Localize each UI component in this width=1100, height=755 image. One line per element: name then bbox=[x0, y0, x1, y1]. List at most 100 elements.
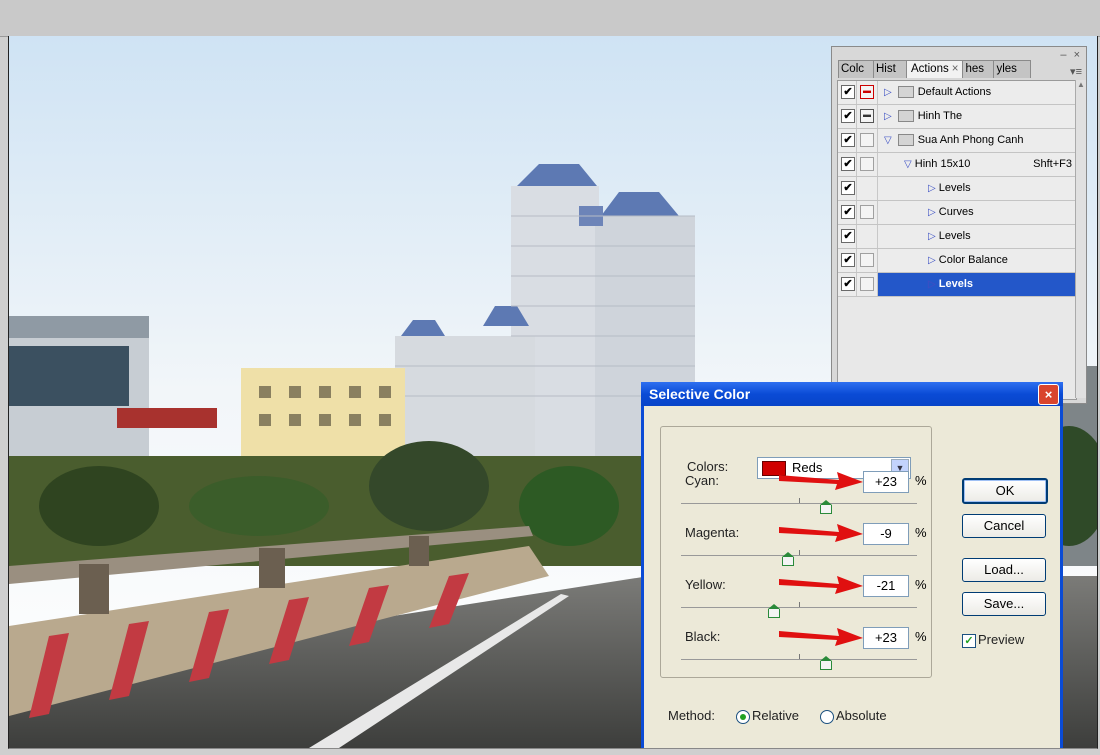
load-button[interactable]: Load... bbox=[962, 558, 1046, 582]
method-label: Method: bbox=[668, 708, 715, 723]
dialog-title-bar[interactable]: Selective Color × bbox=[641, 382, 1063, 406]
slider-value-field[interactable]: +23 bbox=[863, 471, 909, 493]
expand-triangle-icon[interactable]: ▷ bbox=[884, 81, 892, 104]
panel-window-controls[interactable]: – × bbox=[1060, 49, 1082, 61]
toggle-checkbox[interactable]: ✔ bbox=[841, 85, 855, 99]
slider-center-tick bbox=[799, 550, 800, 555]
folder-icon bbox=[897, 86, 914, 99]
slider-label: Cyan: bbox=[685, 473, 719, 488]
expand-triangle-icon[interactable]: ▷ bbox=[928, 225, 936, 248]
red-arrow-annotation bbox=[779, 576, 863, 594]
slider-value-field[interactable]: +23 bbox=[863, 627, 909, 649]
dialog-toggle-icon[interactable] bbox=[860, 133, 874, 147]
action-row[interactable]: ✔ ▽ Sua Anh Phong Canh bbox=[838, 129, 1076, 153]
ok-button[interactable]: OK bbox=[962, 478, 1048, 504]
close-icon[interactable]: × bbox=[1038, 384, 1059, 405]
toggle-checkbox[interactable]: ✔ bbox=[841, 277, 855, 291]
expand-triangle-icon[interactable]: ▷ bbox=[928, 177, 936, 200]
slider-track[interactable] bbox=[681, 503, 917, 504]
tab-actions[interactable]: Actions × bbox=[906, 60, 964, 78]
method-relative-radio[interactable] bbox=[736, 710, 750, 724]
slider-label: Magenta: bbox=[685, 525, 740, 540]
tab-color[interactable]: Colc bbox=[838, 60, 874, 78]
expand-triangle-icon[interactable]: ▷ bbox=[928, 273, 936, 296]
dialog-toggle-icon[interactable] bbox=[860, 205, 874, 219]
slider-center-tick bbox=[799, 498, 800, 503]
dialog-toggle-icon[interactable]: ▬ bbox=[860, 109, 874, 123]
actions-panel: – × ▾≡ Colc Hist Actions × hes yles ✔ ▬ ▷ De… bbox=[831, 46, 1087, 404]
action-label: Levels bbox=[938, 278, 974, 290]
tab-close-icon[interactable]: × bbox=[952, 63, 959, 75]
action-row[interactable]: ✔ ▬ ▷ Default Actions bbox=[838, 81, 1076, 105]
action-row[interactable]: ✔ ▷ Color Balance bbox=[838, 249, 1076, 273]
percent-label: % bbox=[915, 473, 927, 488]
toggle-checkbox[interactable]: ✔ bbox=[841, 133, 855, 147]
tab-styles[interactable]: yles bbox=[993, 60, 1032, 78]
shortcut-label: Shft+F3 bbox=[1033, 158, 1072, 170]
action-row[interactable]: ✔ ▷ Levels bbox=[838, 225, 1076, 249]
expand-triangle-icon[interactable]: ▷ bbox=[928, 249, 936, 272]
panel-scrollbar[interactable]: ▲ bbox=[1075, 80, 1086, 398]
action-row[interactable]: ✔ ▷ Levels bbox=[838, 177, 1076, 201]
action-label: Hinh 15x10 bbox=[914, 158, 971, 170]
slider-thumb[interactable] bbox=[768, 604, 781, 618]
action-label: Default Actions bbox=[917, 86, 992, 98]
toggle-checkbox[interactable]: ✔ bbox=[841, 181, 855, 195]
action-label: Hinh The bbox=[917, 110, 963, 122]
percent-label: % bbox=[915, 577, 927, 592]
toggle-checkbox[interactable]: ✔ bbox=[841, 229, 855, 243]
tab-history[interactable]: Hist bbox=[873, 60, 907, 78]
method-absolute-radio[interactable] bbox=[820, 710, 834, 724]
actions-list: ✔ ▬ ▷ Default Actions ✔ ▬ ▷ Hinh The ✔ ▽ Sua Anh P… bbox=[837, 80, 1077, 400]
dialog-toggle-icon[interactable] bbox=[860, 253, 874, 267]
slider-thumb[interactable] bbox=[820, 500, 833, 514]
action-label: Levels bbox=[938, 182, 971, 194]
action-row[interactable]: ✔ ▽ Hinh 15x10 Shft+F3 bbox=[838, 153, 1076, 177]
slider-track[interactable] bbox=[681, 659, 917, 660]
slider-center-tick bbox=[799, 654, 800, 659]
slider-label: Yellow: bbox=[685, 577, 726, 592]
application-title-bar bbox=[0, 0, 1100, 37]
folder-icon bbox=[897, 110, 914, 123]
slider-value-field[interactable]: -9 bbox=[863, 523, 909, 545]
slider-thumb[interactable] bbox=[820, 656, 833, 670]
image-canvas[interactable]: – × ▾≡ Colc Hist Actions × hes yles ✔ ▬ ▷ De… bbox=[8, 36, 1098, 749]
slider-track[interactable] bbox=[681, 607, 917, 608]
toggle-checkbox[interactable]: ✔ bbox=[841, 253, 855, 267]
red-arrow-annotation bbox=[779, 524, 863, 542]
collapse-triangle-icon[interactable]: ▽ bbox=[904, 153, 912, 176]
action-row[interactable]: ✔ ▬ ▷ Hinh The bbox=[838, 105, 1076, 129]
dialog-toggle-icon[interactable] bbox=[860, 277, 874, 291]
slider-label: Black: bbox=[685, 629, 721, 644]
toggle-checkbox[interactable]: ✔ bbox=[841, 205, 855, 219]
dialog-toggle-icon[interactable]: ▬ bbox=[860, 85, 874, 99]
method-absolute-label: Absolute bbox=[836, 708, 887, 723]
red-arrow-annotation bbox=[779, 472, 863, 490]
dialog-toggle-icon[interactable] bbox=[860, 157, 874, 171]
tab-swatches[interactable]: hes bbox=[962, 60, 995, 78]
expand-triangle-icon[interactable]: ▷ bbox=[928, 201, 936, 224]
action-label: Color Balance bbox=[938, 254, 1008, 266]
toggle-checkbox[interactable]: ✔ bbox=[841, 109, 855, 123]
expand-triangle-icon[interactable]: ▷ bbox=[884, 105, 892, 128]
slider-track[interactable] bbox=[681, 555, 917, 556]
selective-color-dialog: Selective Color × Colors: Reds ▼ Cyan: +2… bbox=[641, 382, 1063, 748]
preview-checkbox[interactable]: ✓ bbox=[962, 634, 976, 648]
percent-label: % bbox=[915, 525, 927, 540]
slider-thumb[interactable] bbox=[782, 552, 795, 566]
folder-icon bbox=[897, 134, 914, 147]
panel-tabs: Colc Hist Actions × hes yles bbox=[838, 60, 1032, 78]
action-label: Levels bbox=[938, 230, 971, 242]
colors-label: Colors: bbox=[687, 459, 729, 474]
action-label: Sua Anh Phong Canh bbox=[917, 134, 1024, 146]
preview-label: Preview bbox=[978, 632, 1025, 647]
slider-value-field[interactable]: -21 bbox=[863, 575, 909, 597]
toggle-checkbox[interactable]: ✔ bbox=[841, 157, 855, 171]
panel-menu-icon[interactable]: ▾≡ bbox=[1070, 65, 1082, 78]
action-row[interactable]: ✔ ▷ Levels bbox=[838, 273, 1076, 297]
cancel-button[interactable]: Cancel bbox=[962, 514, 1046, 538]
percent-label: % bbox=[915, 629, 927, 644]
collapse-triangle-icon[interactable]: ▽ bbox=[884, 129, 892, 152]
action-row[interactable]: ✔ ▷ Curves bbox=[838, 201, 1076, 225]
save-button[interactable]: Save... bbox=[962, 592, 1046, 616]
